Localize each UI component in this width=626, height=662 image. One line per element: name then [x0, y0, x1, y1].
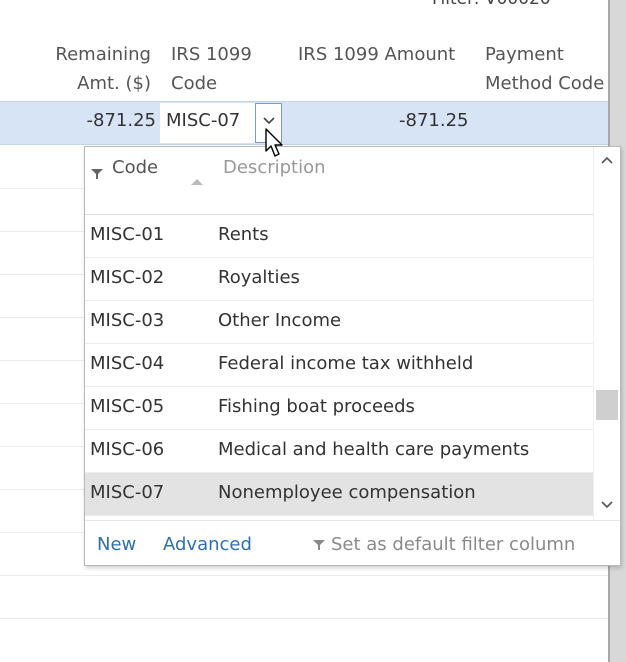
filter-icon	[313, 540, 325, 550]
set-default-filter-column-action[interactable]: Set as default filter column	[313, 534, 575, 555]
lookup-item-code: MISC-07	[90, 482, 165, 503]
scrollbar-thumb[interactable]	[596, 390, 618, 420]
new-link[interactable]: New	[97, 534, 136, 555]
sort-ascending-icon	[191, 179, 203, 185]
column-header-remaining-line2: Amt. ($)	[77, 73, 151, 94]
lookup-item-description: Federal income tax withheld	[218, 353, 474, 374]
lookup-list-item[interactable]: MISC-02 Royalties	[85, 258, 593, 301]
filter-label: Filter: V00020	[432, 0, 551, 9]
column-header-irs-1099-code[interactable]: IRS 1099 Code	[171, 40, 252, 98]
lookup-item-description: Royalties	[218, 267, 300, 288]
column-header-remaining-line1: Remaining	[55, 44, 151, 65]
grid-line	[0, 575, 608, 576]
irs-1099-amount-cell[interactable]: -871.25	[399, 110, 468, 131]
lookup-item-description: Medical and health care payments	[218, 439, 530, 460]
lookup-item-code: MISC-03	[90, 310, 165, 331]
lookup-item-description: Rents	[218, 224, 269, 245]
lookup-item-code: MISC-05	[90, 396, 165, 417]
lookup-list-item[interactable]: MISC-03 Other Income	[85, 301, 593, 344]
irs-1099-code-field[interactable]: MISC-07	[160, 103, 256, 143]
column-header-method-line2: Method Code	[485, 73, 605, 94]
column-header-remaining-amt[interactable]: Remaining Amt. ($)	[8, 40, 151, 98]
lookup-item-description: Other Income	[218, 310, 342, 331]
column-header-irs-1099-amount[interactable]: IRS 1099 Amount	[298, 40, 455, 69]
lookup-header-code-label: Code	[112, 157, 159, 178]
lookup-list-item[interactable]: MISC-01 Rents	[85, 215, 593, 258]
lookup-list-item[interactable]: MISC-04 Federal income tax withheld	[85, 344, 593, 387]
chevron-down-icon[interactable]	[600, 500, 614, 510]
lookup-item-description: Fishing boat proceeds	[218, 396, 415, 417]
advanced-link[interactable]: Advanced	[163, 534, 252, 555]
lookup-list-item[interactable]: MISC-05 Fishing boat proceeds	[85, 387, 593, 430]
lookup-item-code: MISC-04	[90, 353, 165, 374]
lookup-item-code: MISC-06	[90, 439, 165, 460]
chevron-up-icon[interactable]	[600, 155, 614, 165]
remaining-amt-cell[interactable]: -871.25	[8, 110, 156, 131]
filter-icon	[91, 169, 103, 179]
mouse-pointer-icon	[265, 128, 283, 157]
lookup-column-header-description[interactable]: Description	[223, 157, 326, 178]
lookup-item-description: Nonemployee compensation	[218, 482, 476, 503]
lookup-scrollbar[interactable]	[593, 147, 620, 520]
lookup-column-header-code[interactable]: Code	[91, 157, 159, 179]
lookup-list-item-selected[interactable]: MISC-07 Nonemployee compensation	[85, 473, 593, 516]
column-header-code-line1: IRS 1099	[171, 44, 252, 65]
grid-line	[0, 618, 608, 619]
irs-code-lookup-dropdown: Code Description MISC-01 Rents MISC-02 R…	[84, 146, 621, 566]
lookup-list-item[interactable]: MISC-06 Medical and health care payments	[85, 430, 593, 473]
lookup-footer-divider	[85, 520, 620, 521]
irs-1099-code-value: MISC-07	[166, 110, 241, 131]
lookup-item-code: MISC-01	[90, 224, 165, 245]
column-header-method-line1: Payment	[485, 44, 564, 65]
column-header-payment-method-code[interactable]: Payment Method Code	[485, 40, 604, 98]
column-header-code-line2: Code	[171, 73, 218, 94]
lookup-item-code: MISC-02	[90, 267, 165, 288]
chevron-down-icon	[263, 117, 275, 125]
set-default-filter-label: Set as default filter column	[331, 534, 576, 555]
